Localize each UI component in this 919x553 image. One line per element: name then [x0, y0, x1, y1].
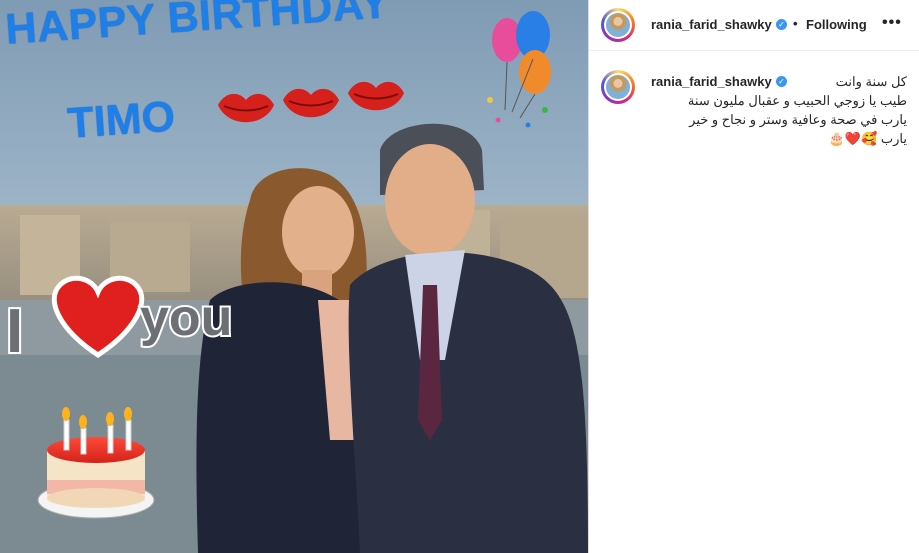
avatar-image [606, 13, 630, 37]
post-image[interactable]: I you HAPPY BIRTHDAY TIMO [0, 0, 588, 553]
caption-line: كل سنة وانت [835, 74, 907, 89]
following-button[interactable]: Following [806, 17, 867, 32]
love-text: you [140, 289, 232, 347]
caption-text: كل سنة وانت طيب يا زوجي الحبيب و عقبال م… [639, 72, 907, 148]
profile-avatar[interactable] [601, 8, 635, 42]
caption-line: يارب في صحة وعافية وستر و نجاح و خير [689, 112, 907, 127]
instagram-post: I you HAPPY BIRTHDAY TIMO rania_farid_sh… [0, 0, 919, 553]
post-header: rania_farid_shawky ✓ • Following ••• [589, 0, 919, 51]
post-sidebar: rania_farid_shawky ✓ • Following ••• ran… [588, 0, 919, 553]
follow-separator: • [793, 16, 798, 31]
svg-text:I: I [6, 297, 23, 366]
header-username[interactable]: rania_farid_shawky [651, 17, 772, 32]
more-options-icon[interactable]: ••• [882, 14, 902, 32]
photo-scene: I you [0, 0, 588, 553]
caption-line: يارب 🥰❤️🎂 [828, 131, 907, 146]
caption-avatar[interactable] [601, 70, 635, 104]
caption-line: طيب يا زوجي الحبيب و عقبال مليون سنة [687, 93, 907, 108]
verified-badge-icon: ✓ [776, 19, 787, 30]
avatar-image [606, 75, 630, 99]
birthday-title-line2: TIMO [66, 92, 177, 148]
